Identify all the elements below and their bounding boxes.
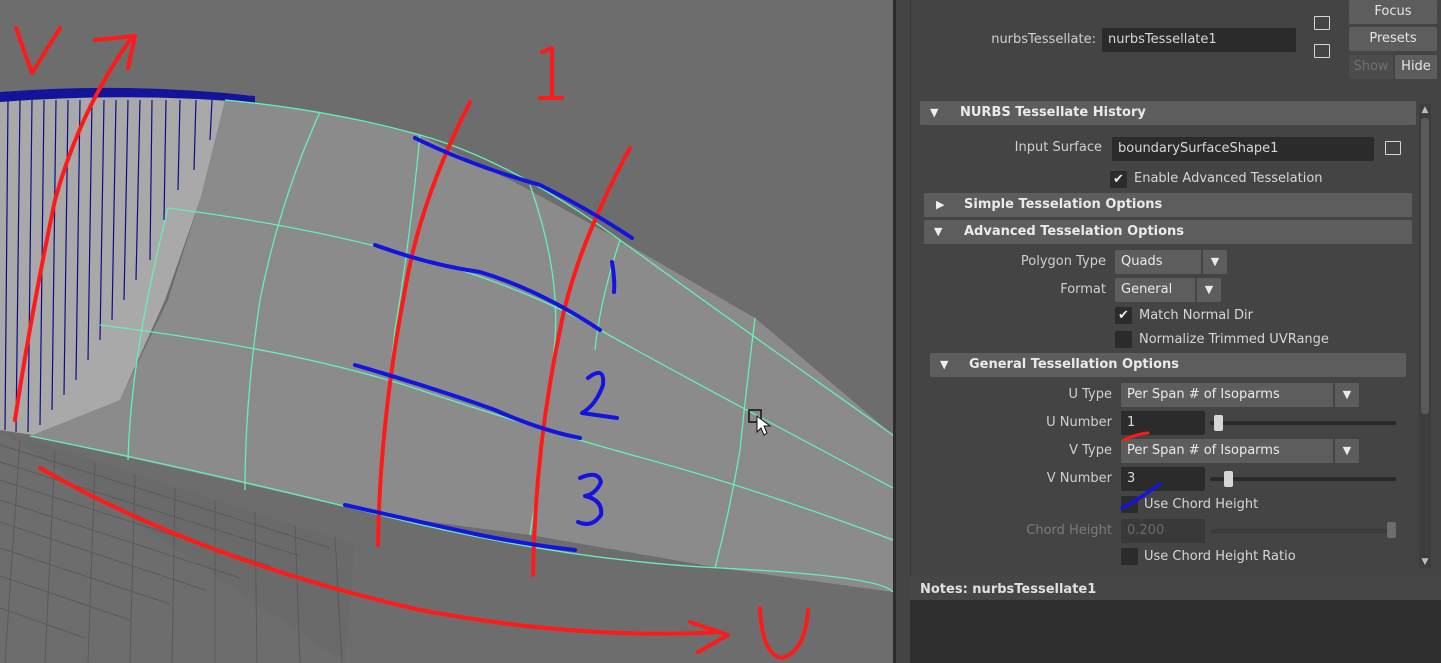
- panel-annotations: [1120, 431, 1162, 510]
- viewport-3d[interactable]: [0, 0, 893, 663]
- scroll-thumb[interactable]: [1421, 118, 1429, 414]
- scene-canvas: [0, 26, 893, 663]
- notes-label: Notes: nurbsTessellate1: [910, 576, 1441, 600]
- attribute-editor: nurbsTessellate: nurbsTessellate1 Focus …: [896, 0, 1441, 663]
- scroll-up-icon[interactable]: ▲: [1419, 104, 1431, 116]
- scroll-down-icon[interactable]: ▼: [1419, 556, 1431, 568]
- attribute-scrollbar[interactable]: ▲ ▼: [1419, 104, 1431, 568]
- notes-textarea[interactable]: [910, 600, 1441, 663]
